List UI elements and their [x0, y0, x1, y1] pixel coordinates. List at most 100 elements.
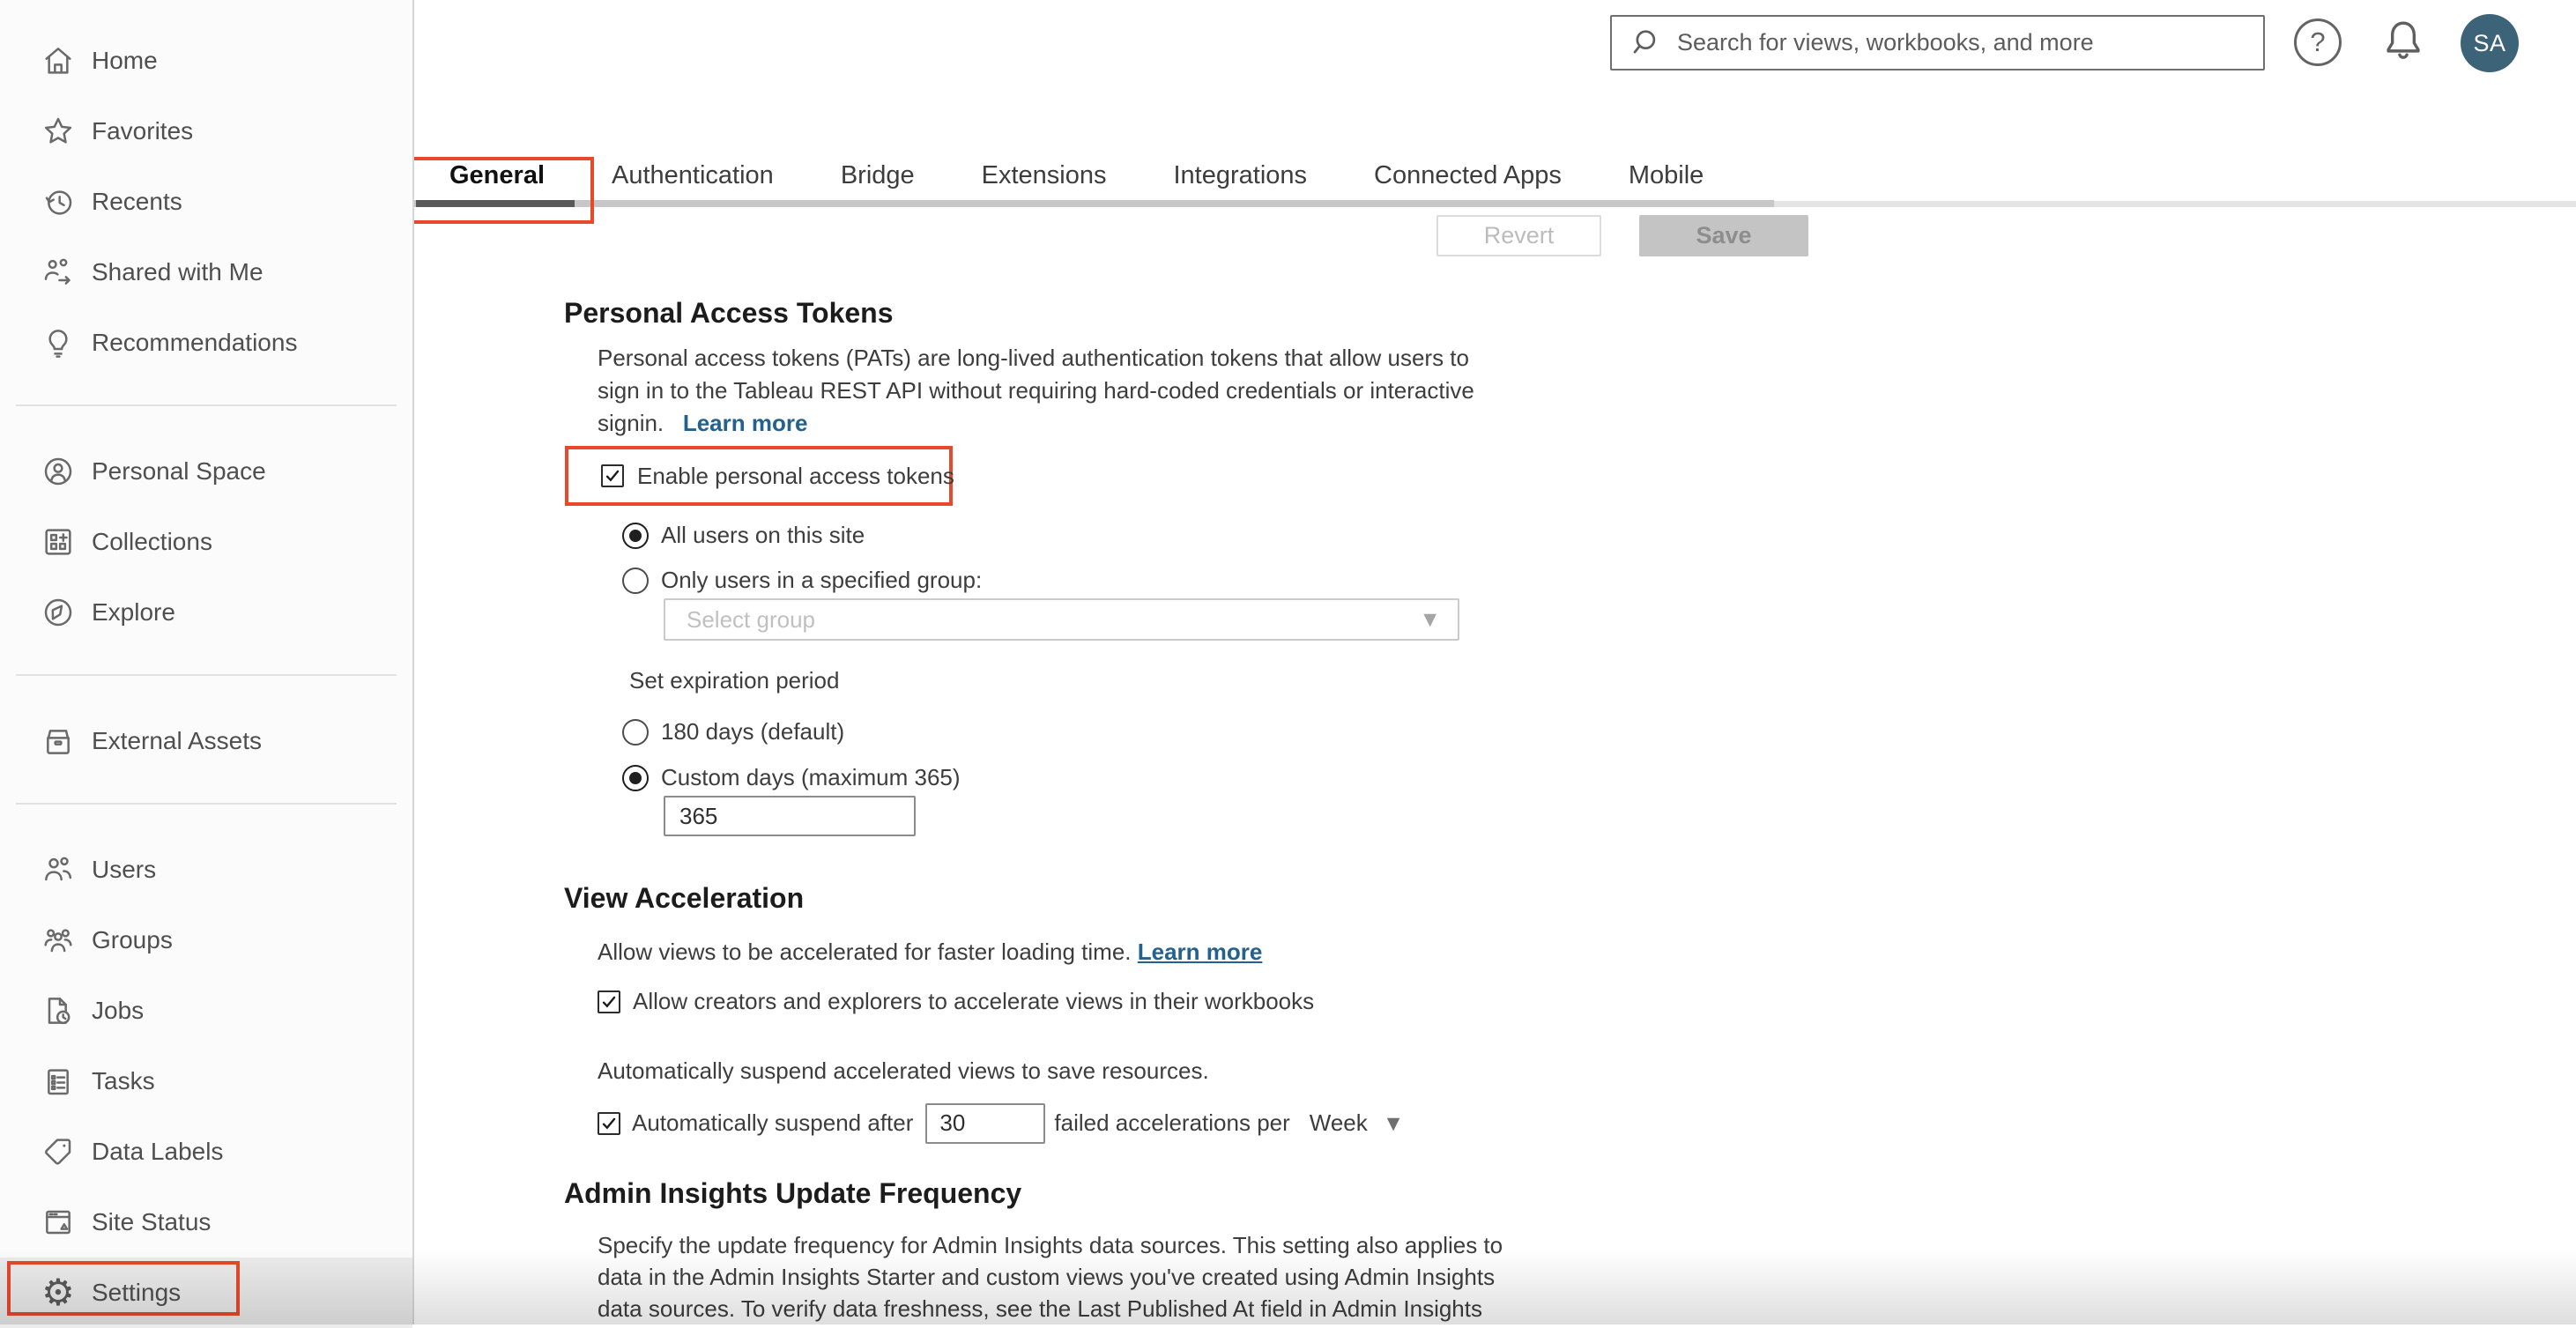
radio-row-all-users: All users on this site — [622, 522, 865, 549]
allow-acceleration-row: Allow creators and explorers to accelera… — [598, 988, 1314, 1015]
sidebar-item-label: Users — [92, 856, 157, 883]
users-icon — [41, 852, 76, 887]
group-select[interactable]: Select group ▼ — [664, 598, 1459, 641]
search-box — [1610, 15, 2265, 70]
sidebar-item-label: Tasks — [92, 1067, 155, 1094]
clock-history-icon — [41, 184, 76, 219]
collections-icon — [41, 524, 76, 560]
pat-learn-more-link[interactable]: Learn more — [683, 410, 808, 436]
sidebar-item-label: Groups — [92, 926, 173, 953]
custom-days-input[interactable] — [664, 796, 916, 836]
sidebar-item-recommendations[interactable]: Recommendations — [0, 308, 412, 378]
sidebar-item-personal-space[interactable]: Personal Space — [0, 436, 412, 507]
sidebar-item-shared-with-me[interactable]: Shared with Me — [0, 237, 412, 308]
sidebar-item-label: Favorites — [92, 117, 194, 145]
radio-row-custom-days: Custom days (maximum 365) — [622, 764, 961, 791]
sidebar-item-collections[interactable]: Collections — [0, 507, 412, 577]
sidebar-divider — [16, 674, 397, 676]
sidebar-item-label: External Assets — [92, 727, 262, 754]
home-icon — [41, 43, 76, 78]
sidebar-item-label: Collections — [92, 528, 212, 555]
enable-pat-checkbox[interactable] — [601, 464, 624, 487]
star-icon — [41, 114, 76, 149]
avatar-initials: SA — [2473, 29, 2506, 56]
asset-box-icon — [41, 723, 76, 759]
allow-acceleration-label: Allow creators and explorers to accelera… — [633, 988, 1315, 1014]
groups-icon — [41, 923, 76, 958]
browser-status-icon — [41, 1205, 76, 1240]
suspend-intro: Automatically suspend accelerated views … — [598, 1057, 1209, 1084]
sidebar-item-label: Site Status — [92, 1208, 212, 1235]
sidebar-item-label: Recents — [92, 188, 182, 215]
sidebar-item-label: Recommendations — [92, 329, 298, 356]
tab-integrations[interactable]: Integrations — [1140, 152, 1341, 200]
tab-connected-apps[interactable]: Connected Apps — [1340, 152, 1595, 200]
sidebar-item-label: Personal Space — [92, 457, 266, 485]
group-select-placeholder: Select group — [687, 605, 815, 633]
sidebar-item-external-assets[interactable]: External Assets — [0, 706, 412, 776]
sidebar-item-label: Explore — [92, 598, 175, 626]
sidebar-item-data-labels[interactable]: Data Labels — [0, 1117, 412, 1187]
custom-days-radio[interactable] — [622, 764, 649, 791]
tab-mobile[interactable]: Mobile — [1595, 152, 1737, 200]
auto-suspend-checkbox[interactable] — [598, 1111, 620, 1135]
tab-extensions[interactable]: Extensions — [948, 152, 1140, 200]
sidebar-item-label: Settings — [92, 1279, 182, 1306]
allow-acceleration-checkbox[interactable] — [598, 990, 620, 1013]
specified-group-radio[interactable] — [622, 567, 649, 594]
view-acceleration-learn-more-link[interactable]: Learn more — [1138, 939, 1263, 965]
view-acceleration-intro: Allow views to be accelerated for faster… — [598, 939, 1263, 965]
sidebar-item-explore[interactable]: Explore — [0, 577, 412, 648]
sidebar-item-recents[interactable]: Recents — [0, 167, 412, 237]
all-users-label: All users on this site — [661, 522, 865, 548]
period-select-value: Week — [1309, 1109, 1368, 1136]
period-select[interactable]: Week ▼ — [1310, 1109, 1400, 1137]
suspend-prefix-label: Automatically suspend after — [632, 1109, 914, 1136]
search-input[interactable] — [1677, 17, 2263, 69]
sidebar-item-home[interactable]: Home — [0, 26, 412, 96]
view-acceleration-heading: View Acceleration — [564, 882, 805, 914]
sidebar-item-jobs[interactable]: Jobs — [0, 976, 412, 1046]
search-icon — [1633, 29, 1656, 53]
sidebar-item-tasks[interactable]: Tasks — [0, 1046, 412, 1117]
sidebar-item-groups[interactable]: Groups — [0, 905, 412, 976]
help-button[interactable]: ? — [2294, 19, 2342, 66]
tab-bridge[interactable]: Bridge — [807, 152, 948, 200]
annotation-box-enable-pat: Enable personal access tokens — [565, 446, 954, 506]
sidebar-item-label: Home — [92, 47, 158, 74]
chevron-down-icon: ▼ — [1386, 1113, 1400, 1133]
gear-icon: ⚙ — [41, 1271, 75, 1314]
tab-general[interactable]: General — [416, 152, 578, 200]
specified-group-label: Only users in a specified group: — [661, 567, 983, 593]
pat-heading: Personal Access Tokens — [564, 297, 894, 329]
avatar[interactable]: SA — [2461, 14, 2519, 72]
active-tab-indicator — [416, 200, 575, 207]
question-mark-icon: ? — [2310, 26, 2326, 57]
sidebar-item-settings[interactable]: ⚙ Settings — [0, 1258, 412, 1328]
tab-authentication[interactable]: Authentication — [578, 152, 807, 200]
pat-description: Personal access tokens (PATs) are long-l… — [598, 345, 1474, 436]
sidebar-item-users[interactable]: Users — [0, 835, 412, 905]
days-180-radio[interactable] — [622, 718, 649, 746]
enable-pat-label: Enable personal access tokens — [637, 462, 954, 489]
revert-button[interactable]: Revert — [1436, 215, 1601, 256]
main-content: ? SA General Authentication Bridge Exten… — [411, 0, 2576, 1324]
tab-track — [414, 200, 1774, 207]
chevron-down-icon: ▼ — [1423, 610, 1436, 629]
save-button[interactable]: Save — [1639, 215, 1808, 256]
bell-icon — [2387, 21, 2420, 59]
compass-icon — [41, 595, 76, 630]
clipboard-list-icon — [41, 1064, 76, 1099]
sidebar: Home Favorites Recents Shared with Me Re — [0, 0, 414, 1328]
sidebar-item-label: Jobs — [92, 997, 145, 1024]
failed-accelerations-input[interactable] — [925, 1102, 1046, 1144]
radio-row-specified-group: Only users in a specified group: — [622, 567, 982, 594]
tag-icon — [41, 1134, 76, 1169]
sidebar-item-label: Data Labels — [92, 1138, 224, 1165]
all-users-radio[interactable] — [622, 522, 649, 549]
notifications-button[interactable] — [2378, 16, 2429, 67]
sidebar-divider — [16, 803, 397, 805]
sidebar-item-favorites[interactable]: Favorites — [0, 96, 412, 167]
sidebar-item-site-status[interactable]: Site Status — [0, 1187, 412, 1258]
document-clock-icon — [41, 993, 76, 1028]
